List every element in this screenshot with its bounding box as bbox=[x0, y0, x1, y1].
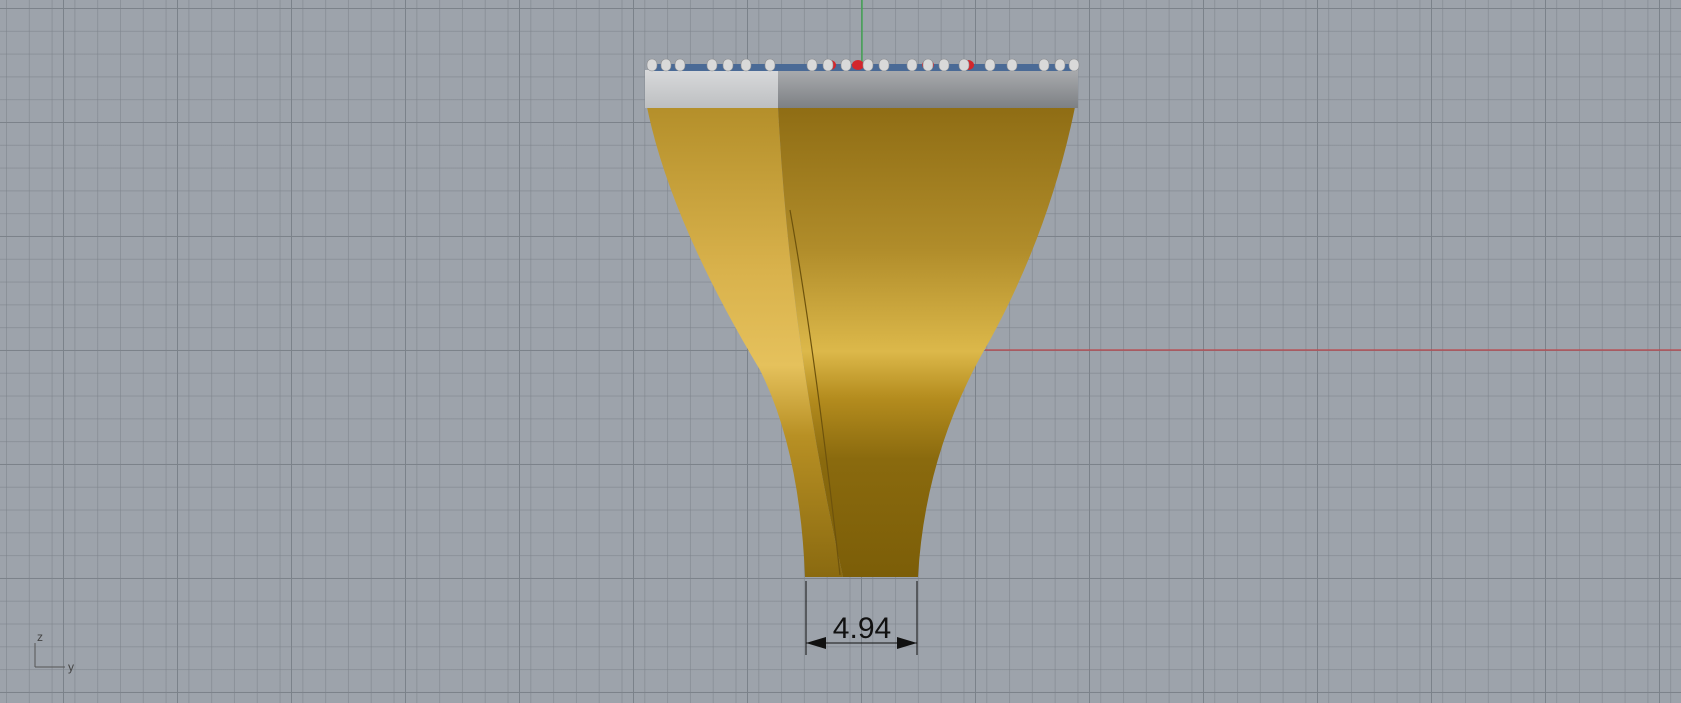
prong bbox=[764, 58, 776, 72]
ring-shank[interactable] bbox=[647, 107, 1075, 577]
prong bbox=[646, 58, 658, 72]
rhino-front-viewport[interactable]: 4.94 z y bbox=[0, 0, 1681, 703]
viewport-scene: 4.94 z y bbox=[34, 0, 1681, 674]
linear-dimension[interactable]: 4.94 bbox=[805, 581, 918, 655]
prong bbox=[906, 58, 918, 72]
dimension-value: 4.94 bbox=[833, 612, 891, 645]
prong bbox=[706, 58, 718, 72]
prong bbox=[878, 58, 890, 72]
ring-rim[interactable] bbox=[645, 70, 1078, 108]
prong bbox=[958, 58, 970, 72]
prong bbox=[1038, 58, 1050, 72]
rim-left-face bbox=[645, 70, 778, 108]
prong bbox=[840, 58, 852, 72]
prong bbox=[984, 58, 996, 72]
prong bbox=[822, 58, 834, 72]
axis-indicator: z y bbox=[34, 630, 74, 674]
prong bbox=[660, 58, 672, 72]
axis-indicator-z-label: z bbox=[37, 630, 43, 644]
prong bbox=[740, 58, 752, 72]
axis-indicator-y-label: y bbox=[68, 660, 74, 674]
prong bbox=[722, 58, 734, 72]
prong bbox=[674, 58, 686, 72]
prong bbox=[1054, 58, 1066, 72]
rim-right-face bbox=[778, 70, 1078, 108]
stone-setting-row[interactable] bbox=[646, 58, 1080, 72]
prong bbox=[1068, 58, 1080, 72]
prong bbox=[938, 58, 950, 72]
red-stone bbox=[852, 60, 864, 70]
prong bbox=[922, 58, 934, 72]
prong bbox=[806, 58, 818, 72]
prong bbox=[862, 58, 874, 72]
prong bbox=[1006, 58, 1018, 72]
dimension-arrow-left bbox=[806, 637, 826, 649]
dimension-arrow-right bbox=[897, 637, 917, 649]
